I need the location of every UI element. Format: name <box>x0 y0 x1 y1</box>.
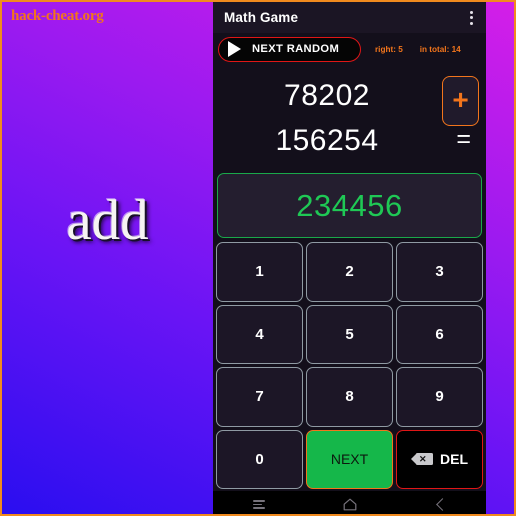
delete-label: DEL <box>440 451 468 468</box>
equals-sign: = <box>456 125 471 153</box>
key-5[interactable]: 5 <box>306 304 393 364</box>
next-button[interactable]: NEXT <box>306 429 393 489</box>
recents-line <box>252 503 262 506</box>
operand-first: 78202 <box>284 79 370 112</box>
answer-value: 234456 <box>296 187 403 223</box>
score-total: in total: 14 <box>419 44 461 54</box>
app-title: Math Game <box>224 10 299 25</box>
key-8[interactable]: 8 <box>306 367 393 427</box>
overflow-dot <box>469 16 473 19</box>
operator-button[interactable]: + <box>442 76 479 126</box>
watermark-text: hack-cheat.org <box>11 8 104 24</box>
next-random-button[interactable]: NEXT RANDOM <box>218 36 361 62</box>
key-9[interactable]: 9 <box>396 367 483 427</box>
key-2[interactable]: 2 <box>306 242 393 302</box>
recents-line <box>252 500 265 502</box>
recents-line <box>252 507 265 509</box>
recents-glyph <box>252 500 265 509</box>
answer-input[interactable]: 234456 <box>217 173 482 238</box>
score-right: right: 5 <box>375 44 403 54</box>
next-random-label: NEXT RANDOM <box>252 43 340 55</box>
delete-button[interactable]: ✕ DEL <box>396 429 483 489</box>
key-4[interactable]: 4 <box>216 304 303 364</box>
overflow-menu-icon[interactable] <box>462 8 480 28</box>
screenshot-canvas: hack-cheat.org add Math Game NEXT RANDOM… <box>0 0 516 516</box>
android-nav-bar <box>213 491 486 514</box>
backspace-x: ✕ <box>419 454 427 465</box>
toolbar: NEXT RANDOM right: 5 in total: 14 <box>213 33 486 65</box>
operand-second: 156254 <box>275 124 379 157</box>
key-0[interactable]: 0 <box>216 429 303 489</box>
problem-area: 78202 156254 + = <box>213 65 486 173</box>
key-7[interactable]: 7 <box>216 367 303 427</box>
keypad: 1 2 3 4 5 6 7 8 9 0 NEXT ✕ DEL <box>213 242 486 491</box>
promo-keyword: add <box>66 189 149 252</box>
app-bar: Math Game <box>213 2 486 33</box>
overflow-dot <box>469 21 473 25</box>
home-icon[interactable] <box>327 491 373 514</box>
back-glyph <box>436 498 449 511</box>
home-glyph <box>343 498 356 511</box>
key-3[interactable]: 3 <box>396 242 483 302</box>
overflow-dot <box>469 10 473 14</box>
play-icon <box>228 41 241 57</box>
promo-panel: hack-cheat.org add <box>2 2 213 514</box>
back-icon[interactable] <box>418 491 464 514</box>
phone-screenshot: Math Game NEXT RANDOM right: 5 in total:… <box>213 2 486 514</box>
key-6[interactable]: 6 <box>396 304 483 364</box>
plus-icon: + <box>452 83 469 115</box>
key-1[interactable]: 1 <box>216 242 303 302</box>
backspace-icon: ✕ <box>411 453 433 466</box>
recents-icon[interactable] <box>236 491 282 514</box>
